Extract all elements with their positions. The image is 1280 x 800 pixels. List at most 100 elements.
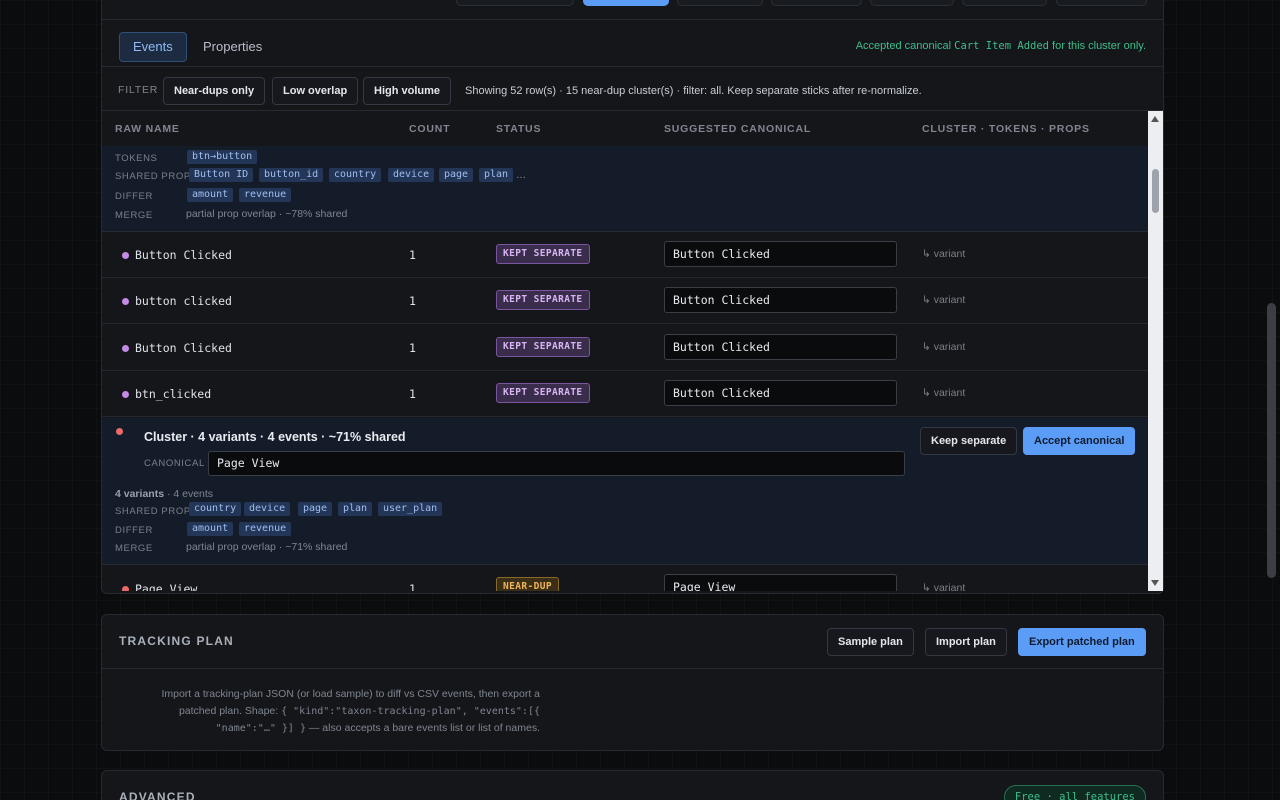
canonical-input[interactable]: Button Clicked [664,241,897,267]
accept-canonical-button[interactable]: Accept canonical [1023,427,1136,455]
column-header-raw-name: RAW NAME [115,123,180,135]
canonical-input[interactable]: Button Clicked [664,334,897,360]
prop-chip: device [244,502,291,516]
page-scrollbar-thumb[interactable] [1267,303,1276,578]
cluster-dot [116,428,123,435]
status-badge: NEAR-DUP [496,577,559,591]
event-count: 1 [409,582,416,591]
keep-separate-button[interactable]: Keep separate [920,427,1018,455]
import-plan-button[interactable]: Import plan [925,628,1007,656]
prop-chip: country [329,168,382,182]
prop-chip: device [388,168,435,182]
table-row[interactable]: Button Clicked 1 KEPT SEPARATE Button Cl… [102,325,1148,371]
filter-low-overlap-button[interactable]: Low overlap [272,77,359,105]
tracking-plan-header: TRACKING PLAN Sample plan Import plan Ex… [102,615,1163,669]
canonical-input[interactable]: Button Clicked [664,380,897,406]
scrollbar-thumb[interactable] [1152,169,1159,213]
prop-chip: user_plan [378,502,443,516]
status-dot [122,586,129,591]
status-dot [122,391,129,398]
differ-label: DIFFER [115,191,153,202]
merge-label: MERGE [115,210,153,221]
tokens-label: TOKENS [115,153,158,164]
toolbar-button-2[interactable] [583,0,669,6]
raw-name: button clicked [135,294,232,308]
raw-name: Button Clicked [135,248,232,262]
differ-label: DIFFER [115,525,153,536]
desc-line-2-text: patched plan. Shape: [178,705,282,717]
prop-chip: Button ID [189,168,254,182]
table-scrollbar[interactable] [1148,111,1163,591]
column-header-canonical: SUGGESTED CANONICAL [664,123,812,135]
status-dot [122,252,129,259]
tracking-plan-title: TRACKING PLAN [119,634,234,648]
canonical-input[interactable]: Button Clicked [664,287,897,313]
toolbar-button-6[interactable] [962,0,1047,6]
variant-label: ↳ variant [922,582,966,591]
differ-chip: amount [187,522,234,536]
raw-name: Page View [135,582,198,591]
cluster-title: Cluster · 4 variants · 4 events · ~71% s… [144,430,406,444]
variants-summary: 4 variants · 4 events [115,488,213,500]
tracking-plan-description: Import a tracking-plan JSON (or load sam… [142,686,540,737]
table-row[interactable]: button clicked 1 KEPT SEPARATE Button Cl… [102,278,1148,324]
filter-near-dups-button[interactable]: Near-dups only [163,77,266,105]
desc-line-3: "name":"…" }] } — also accepts a bare ev… [142,720,540,737]
more-props-ellipsis: … [516,170,526,181]
tracking-plan-card: TRACKING PLAN Sample plan Import plan Ex… [101,614,1164,751]
prop-chip: plan [479,168,514,182]
status-badge: KEPT SEPARATE [496,290,590,310]
variant-label: ↳ variant [922,294,966,306]
tab-events[interactable]: Events [119,32,187,62]
export-patched-plan-button[interactable]: Export patched plan [1018,628,1146,656]
plan-badge: Free · all features [1003,785,1146,800]
filter-label: FILTER [118,84,159,96]
status-badge: KEPT SEPARATE [496,383,590,403]
variant-label: ↳ variant [922,387,966,399]
table-row[interactable]: Button Clicked 1 KEPT SEPARATE Button Cl… [102,232,1148,278]
event-count: 1 [409,294,416,308]
cluster-detail-box: TOKENS btn→button SHARED PROPS Button ID… [102,146,1148,232]
desc-line-2-code: { "kind":"taxon-tracking-plan", "events"… [281,706,540,717]
variants-count: 4 variants [115,488,165,500]
table-row[interactable]: btn_clicked 1 KEPT SEPARATE Button Click… [102,371,1148,417]
column-header-cluster: CLUSTER · TOKENS · PROPS [922,123,1090,135]
prop-chip: button_id [259,168,324,182]
filter-bar: FILTER Near-dups only Low overlap High v… [102,67,1163,111]
notice-event: Cart Item Added [954,40,1049,52]
toolbar-button-1[interactable] [456,0,574,6]
merge-text: partial prop overlap · ~71% shared [186,541,348,553]
differ-chip: revenue [239,188,292,202]
prop-chip: country [189,502,242,516]
desc-line-3-code: "name":"…" }] } [215,723,306,734]
variant-label: ↳ variant [922,341,966,353]
status-dot [122,345,129,352]
status-badge: KEPT SEPARATE [496,337,590,357]
filter-high-volume-button[interactable]: High volume [363,77,452,105]
merge-text: partial prop overlap · ~78% shared [186,208,348,220]
toolbar-button-5[interactable] [870,0,954,6]
token-chip: btn→button [187,150,258,164]
filter-summary: Showing 52 row(s) · 15 near-dup cluster(… [465,85,922,97]
toolbar-button-3[interactable] [677,0,763,6]
differ-chip: amount [187,188,234,202]
event-count: 1 [409,248,416,262]
events-card: Events Properties Accepted canonical Car… [101,0,1164,594]
toolbar-button-4[interactable] [771,0,862,6]
raw-name: Button Clicked [135,341,232,355]
canonical-input[interactable]: Page View [664,574,897,591]
scroll-down-arrow-icon[interactable] [1151,580,1159,586]
table-row[interactable]: Page View 1 NEAR-DUP Page View ↳ variant [102,565,1148,591]
desc-line-3-text: — also accepts a bare events list or lis… [305,722,540,734]
advanced-title: ADVANCED [119,790,196,800]
scroll-up-arrow-icon[interactable] [1151,116,1159,122]
advanced-card: ADVANCED Free · all features [101,770,1164,800]
notice-prefix: Accepted canonical [855,40,955,52]
cluster-canonical-input[interactable]: Page View [208,451,905,476]
toolbar-button-7[interactable] [1056,0,1147,6]
prop-chip: page [439,168,474,182]
sample-plan-button[interactable]: Sample plan [827,628,914,656]
variant-label: ↳ variant [922,248,966,260]
cluster-header: Cluster · 4 variants · 4 events · ~71% s… [102,418,1148,565]
tab-properties[interactable]: Properties [189,32,276,62]
